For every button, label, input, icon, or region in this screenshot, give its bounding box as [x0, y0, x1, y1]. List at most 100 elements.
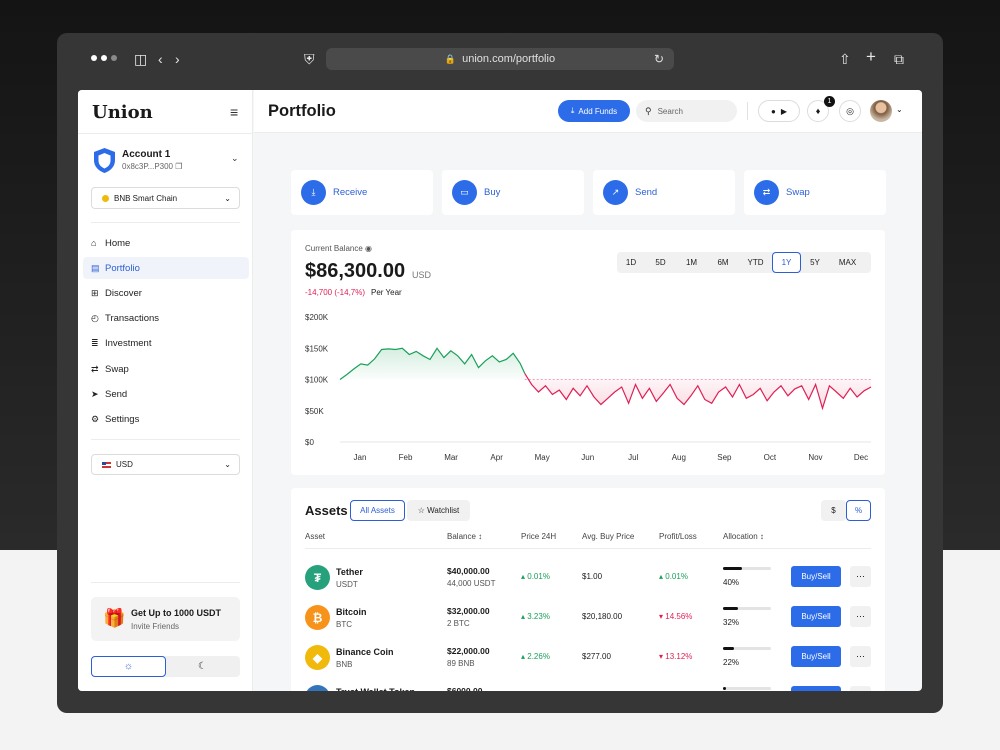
x-tick-label: Jan — [354, 453, 367, 462]
allocation-text: 22% — [723, 658, 740, 667]
y-tick-label: $0 — [305, 438, 314, 447]
share-icon[interactable]: ⇧ — [839, 52, 851, 66]
more-options-button[interactable]: ⋯ — [850, 686, 871, 691]
sidebar-item-investment[interactable]: ≣ Investment — [83, 333, 249, 355]
copy-icon[interactable]: ❐ — [175, 162, 182, 171]
table-row: ♦Trust Wallet TokenTWT$6000.00Buy/Sell⋯ — [291, 678, 885, 691]
balance-chart: $200K $150K $100K $50K $0 Jan Feb Mar Apr May Jun J… — [305, 313, 872, 462]
chevron-down-icon: ⌄ — [224, 460, 231, 469]
tab-watchlist[interactable]: ☆ Watchlist — [407, 500, 470, 521]
ellipsis-icon: ⋯ — [856, 651, 865, 661]
ellipsis-icon: ⋯ — [856, 611, 865, 621]
asset-balance: $6000.00 — [447, 686, 483, 691]
y-tick-label: $100K — [305, 376, 329, 385]
currency-select[interactable]: USD ⌄ — [91, 454, 240, 475]
allocation-bar — [723, 647, 771, 650]
twt-coin-icon: ♦ — [305, 685, 330, 691]
logo: Union — [92, 102, 153, 123]
more-options-button[interactable]: ⋯ — [850, 646, 871, 667]
send-action-button[interactable]: ↗ Send — [593, 170, 735, 215]
language-button[interactable]: ◎ — [839, 100, 861, 122]
arrow-up-icon: ▴ — [521, 612, 526, 621]
address-bar[interactable]: 🔒 union.com/portfolio ↻ — [326, 48, 674, 70]
x-tick-label: May — [535, 453, 550, 462]
table-row: ₮ Tether USDT $40,000.00 44,000 USDT ▴ 0.01% $… — [291, 558, 885, 598]
asset-price-24h: ▴ 3.23% — [521, 612, 550, 621]
sidebar-item-label: Investment — [105, 338, 152, 350]
sidebar-item-send[interactable]: ➤ Send — [83, 383, 249, 405]
asset-name[interactable]: Bitcoin — [336, 607, 367, 617]
privacy-shield-icon[interactable]: ⛨ — [304, 52, 315, 66]
shield-icon — [94, 148, 115, 173]
buy-sell-button[interactable]: Buy/Sell — [791, 686, 841, 691]
play-store-icon[interactable]: ▶ — [781, 107, 787, 116]
buy-sell-button[interactable]: Buy/Sell — [791, 606, 841, 627]
add-funds-button[interactable]: ⤓ Add Funds — [558, 100, 630, 122]
sidebar-item-discover[interactable]: ⊞ Discover — [83, 282, 249, 304]
y-tick-label: $200K — [305, 313, 329, 322]
light-mode-button[interactable]: ☼ — [91, 656, 166, 677]
x-tick-label: Apr — [490, 453, 503, 462]
more-options-button[interactable]: ⋯ — [850, 566, 871, 587]
buy-sell-button[interactable]: Buy/Sell — [791, 566, 841, 587]
asset-name[interactable]: Tether — [336, 567, 363, 577]
asset-avg-buy: $20,180.00 — [582, 612, 623, 621]
asset-symbol: BNB — [336, 660, 353, 669]
column-header[interactable]: Balance ↕ — [447, 532, 482, 541]
reload-icon[interactable]: ↻ — [654, 52, 664, 66]
app-store-links[interactable]: ● ▶ — [758, 100, 800, 122]
new-tab-icon[interactable]: + — [866, 48, 876, 65]
promo-subtitle: Invite Friends — [131, 622, 180, 631]
sidebar-item-home[interactable]: ⌂ Home — [83, 232, 249, 254]
network-select[interactable]: BNB Smart Chain ⌄ — [91, 187, 240, 209]
us-flag-icon — [102, 461, 111, 468]
menu-icon[interactable]: ≡ — [230, 104, 238, 120]
action-label: Swap — [786, 187, 810, 198]
sun-icon: ☼ — [123, 661, 134, 672]
receive-action-button[interactable]: ⤓ Receive — [291, 170, 433, 215]
account-name: Account 1 — [122, 149, 171, 160]
asset-symbol: USDT — [336, 580, 358, 589]
window-dots[interactable] — [91, 55, 117, 61]
search-input[interactable]: ⚲ Search — [636, 100, 737, 122]
sidebar-item-label: Send — [105, 388, 128, 400]
percent-toggle[interactable]: % — [846, 500, 871, 521]
dollar-toggle[interactable]: $ — [821, 500, 846, 521]
forward-icon[interactable]: › — [175, 52, 180, 66]
buy-sell-button[interactable]: Buy/Sell — [791, 646, 841, 667]
sidebar-item-portfolio[interactable]: ▤ Portfolio — [83, 257, 249, 280]
browser-window: ◫ ‹ › ⛨ 🔒 union.com/portfolio ↻ ⇧ + ⧉ Un… — [57, 33, 943, 713]
buy-action-button[interactable]: ▭ Buy — [442, 170, 584, 215]
x-tick-label: Nov — [808, 453, 822, 462]
app: Union ≡ Account 1 0x8c3P...P300 ❐ ⌄ BNB … — [78, 90, 922, 691]
swap-icon: ⇄ — [91, 363, 99, 374]
sidebar-item-settings[interactable]: ⚙ Settings — [83, 408, 249, 430]
sidebar-item-transactions[interactable]: ◴ Transactions — [83, 308, 249, 330]
globe-icon: ◎ — [846, 105, 854, 116]
avatar[interactable] — [870, 100, 892, 122]
allocation-bar — [723, 687, 771, 690]
dark-mode-button[interactable]: ☾ — [165, 656, 240, 677]
chevron-down-icon[interactable]: ⌄ — [896, 105, 903, 114]
column-header[interactable]: Allocation ↕ — [723, 532, 764, 541]
ellipsis-icon: ⋯ — [856, 571, 865, 581]
asset-balance-units: 44,000 USDT — [447, 579, 496, 588]
tabs-overview-icon[interactable]: ⧉ — [894, 52, 904, 66]
asset-name[interactable]: Trust Wallet Token — [336, 687, 415, 691]
sidebar-item-label: Discover — [105, 287, 142, 299]
tab-all-assets[interactable]: All Assets — [350, 500, 405, 521]
account-switcher[interactable]: Account 1 0x8c3P...P300 ❐ ⌄ — [92, 147, 242, 175]
asset-name[interactable]: Binance Coin — [336, 647, 394, 657]
sidebar-item-label: Transactions — [105, 313, 160, 325]
swap-action-button[interactable]: ⇄ Swap — [744, 170, 886, 215]
apple-icon[interactable]: ● — [771, 107, 776, 116]
assets-title: Assets — [305, 503, 348, 518]
sidebar-item-swap[interactable]: ⇄ Swap — [83, 358, 249, 380]
more-options-button[interactable]: ⋯ — [850, 606, 871, 627]
home-icon: ⌂ — [91, 238, 97, 248]
invite-promo[interactable]: 🎁 Get Up to 1000 USDT Invite Friends — [91, 597, 240, 641]
back-icon[interactable]: ‹ — [158, 52, 163, 66]
search-icon: ⚲ — [645, 105, 652, 116]
asset-balance-units: 2 BTC — [447, 619, 470, 628]
sidebar-toggle-icon[interactable]: ◫ — [134, 52, 147, 66]
